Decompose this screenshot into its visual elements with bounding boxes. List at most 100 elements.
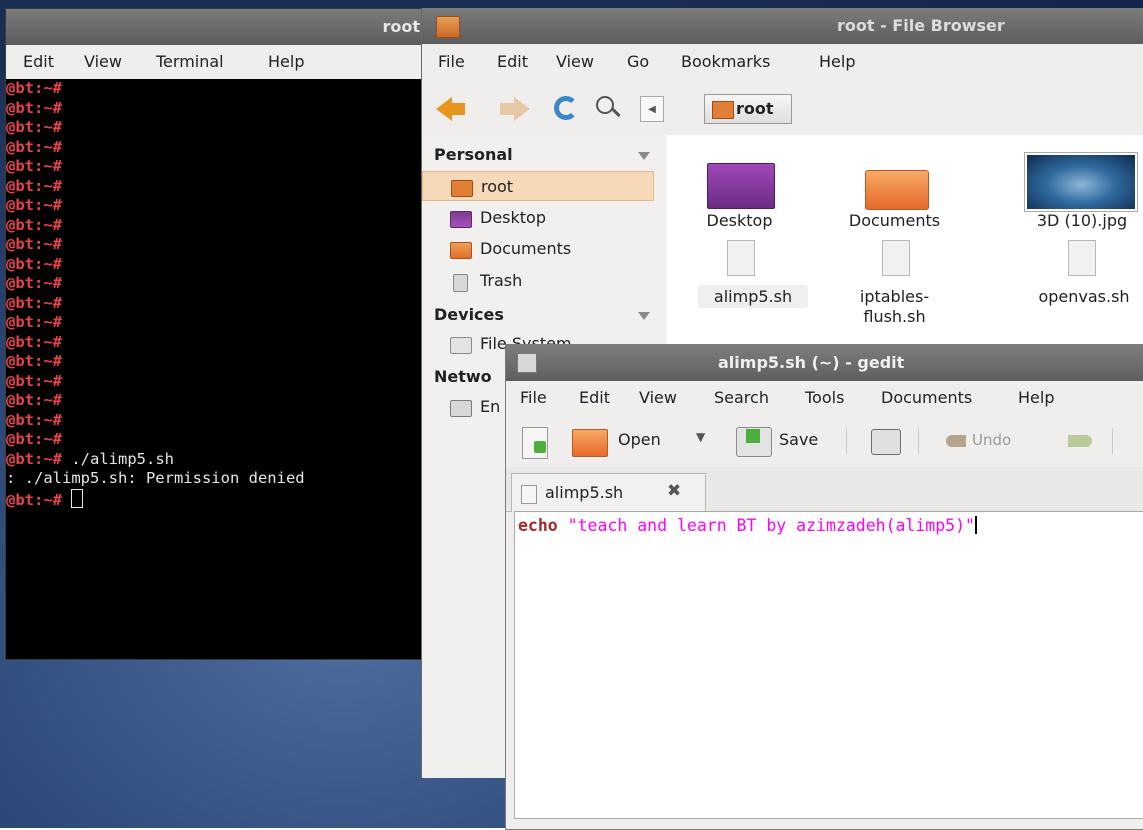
menu-help[interactable]: Help <box>819 52 855 71</box>
document-tab[interactable]: alimp5.sh ✖ <box>511 473 706 512</box>
file-item-desktop[interactable]: Desktop <box>667 153 812 253</box>
desktop-folder-icon <box>450 211 472 228</box>
terminal-prompt-line: @bt:~# <box>6 430 62 448</box>
menu-view[interactable]: View <box>556 52 594 71</box>
terminal-titlebar[interactable]: root <box>6 9 426 45</box>
back-arrow-icon[interactable] <box>436 97 452 121</box>
text-editor-icon <box>517 353 537 373</box>
sidebar-item-desktop[interactable]: Desktop <box>422 203 654 233</box>
terminal-command: ./alimp5.sh <box>62 449 174 468</box>
pathbar-scroll-left-button[interactable]: ◀ <box>640 96 664 122</box>
file-browser-toolbar: ◀ root <box>422 80 1143 136</box>
file-item-label: iptables- <box>859 287 930 306</box>
terminal-prompt-line: @bt:~# <box>6 371 62 390</box>
file-item-label: flush.sh <box>863 307 926 326</box>
terminal-prompt-line: @bt:~# <box>6 235 62 253</box>
redo-icon[interactable] <box>1068 435 1092 447</box>
text-editor-area[interactable]: echo "teach and learn BT by azimzadeh(al… <box>514 511 1143 819</box>
open-dropdown-arrow-icon[interactable]: ▼ <box>696 430 705 444</box>
open-folder-icon[interactable] <box>572 429 608 457</box>
undo-button[interactable]: Undo <box>972 431 1011 449</box>
forward-arrow-icon[interactable] <box>514 97 530 121</box>
terminal-output[interactable]: @bt:~# @bt:~# @bt:~# @bt:~# @bt:~# @bt:~# @bt:… <box>6 79 426 659</box>
sidebar-item-trash[interactable]: Trash <box>422 266 654 296</box>
script-file-icon <box>1068 240 1096 276</box>
file-item-alimp5[interactable]: alimp5.sh <box>667 240 812 340</box>
collapse-arrow-icon[interactable] <box>638 312 650 320</box>
gedit-window[interactable]: alimp5.sh (~) - gedit File Edit View Sea… <box>505 344 1143 830</box>
undo-icon[interactable] <box>946 435 966 447</box>
menu-search[interactable]: Search <box>714 388 769 407</box>
menu-help[interactable]: Help <box>268 52 304 71</box>
file-browser-title: root - File Browser <box>837 16 1005 35</box>
save-button[interactable]: Save <box>779 430 818 449</box>
pathbar-root-label: root <box>736 99 774 118</box>
script-file-icon <box>727 240 755 276</box>
menu-tools[interactable]: Tools <box>805 388 844 407</box>
terminal-prompt-line: @bt:~# <box>6 215 62 234</box>
menu-bookmarks[interactable]: Bookmarks <box>681 52 770 71</box>
code-string: "teach and learn BT by azimzadeh(alimp5)… <box>557 516 975 535</box>
menu-view[interactable]: View <box>84 52 122 71</box>
search-icon[interactable] <box>596 96 614 114</box>
menu-edit[interactable]: Edit <box>579 388 610 407</box>
menu-file[interactable]: File <box>520 388 547 407</box>
sidebar-item-documents[interactable]: Documents <box>422 234 654 264</box>
file-item-documents[interactable]: Documents <box>822 153 967 253</box>
gedit-menubar: File Edit View Search Tools Documents He… <box>506 381 1143 415</box>
tab-label: alimp5.sh <box>545 483 624 502</box>
menu-go[interactable]: Go <box>627 52 649 71</box>
gedit-tabbar: alimp5.sh ✖ <box>506 467 1143 512</box>
trash-icon <box>453 274 468 292</box>
menu-view[interactable]: View <box>639 388 677 407</box>
terminal-active-prompt[interactable]: @bt:~# <box>6 488 426 509</box>
terminal-prompt-line: @bt:~# <box>6 352 62 370</box>
open-button[interactable]: Open <box>618 430 661 449</box>
image-thumbnail-icon <box>1024 152 1138 212</box>
sidebar-item-label: root <box>481 177 514 196</box>
file-view[interactable]: Desktop Documents 3D (10).jpg alimp5.sh … <box>667 135 1143 350</box>
menu-edit[interactable]: Edit <box>23 52 54 71</box>
pathbar-root-button[interactable]: root <box>704 94 792 124</box>
file-item-iptables-flush[interactable]: iptables- flush.sh <box>822 240 967 340</box>
file-item-3d-image[interactable]: 3D (10).jpg <box>982 152 1138 253</box>
terminal-prompt-line: @bt:~# <box>6 79 62 97</box>
folder-icon <box>865 170 929 210</box>
terminal-prompt-line: @bt:~# <box>6 313 62 331</box>
collapse-arrow-icon[interactable] <box>638 152 650 160</box>
network-icon <box>450 400 472 417</box>
print-icon[interactable] <box>871 429 901 455</box>
file-item-label: Documents <box>848 211 941 230</box>
terminal-prompt-line: @bt:~# <box>6 137 62 156</box>
menu-edit[interactable]: Edit <box>497 52 528 71</box>
terminal-window[interactable]: root Edit View Terminal Help @bt:~# @bt:~… <box>5 8 427 660</box>
home-folder-icon <box>451 180 473 197</box>
code-keyword: echo <box>518 516 558 535</box>
sidebar-item-root[interactable]: root <box>422 171 654 201</box>
terminal-prompt-line: @bt:~# <box>6 274 62 292</box>
terminal-cursor <box>71 488 84 508</box>
file-item-openvas[interactable]: openvas.sh <box>982 240 1130 340</box>
reload-icon[interactable] <box>554 96 578 120</box>
terminal-prompt-line: @bt:~# <box>6 157 62 175</box>
terminal-menubar: Edit View Terminal Help <box>6 45 426 80</box>
terminal-prompt-line: @bt:~# <box>6 118 62 136</box>
text-file-icon <box>521 485 537 504</box>
file-browser-titlebar[interactable]: root - File Browser <box>422 8 1143 44</box>
folder-icon <box>450 242 472 259</box>
file-item-label: Desktop <box>706 211 773 230</box>
file-browser-menubar: File Edit View Go Bookmarks Help <box>422 44 1143 81</box>
menu-file[interactable]: File <box>438 52 465 71</box>
code-line: echo "teach and learn BT by azimzadeh(al… <box>518 516 977 535</box>
desktop-folder-icon <box>707 163 775 209</box>
gedit-titlebar[interactable]: alimp5.sh (~) - gedit <box>506 345 1143 381</box>
file-item-label: openvas.sh <box>1038 287 1130 306</box>
menu-documents[interactable]: Documents <box>881 388 972 407</box>
terminal-error-line: : ./alimp5.sh: Permission denied <box>6 469 305 487</box>
terminal-title: root <box>382 17 420 36</box>
terminal-command-line: @bt:~# ./alimp5.sh <box>6 449 174 468</box>
menu-help[interactable]: Help <box>1018 388 1054 407</box>
text-caret <box>974 516 977 534</box>
menu-terminal[interactable]: Terminal <box>156 52 224 71</box>
close-tab-icon[interactable]: ✖ <box>667 481 681 501</box>
